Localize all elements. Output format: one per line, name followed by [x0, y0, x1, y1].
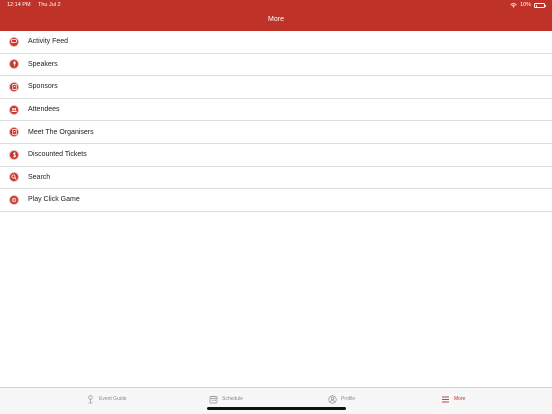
more-menu-list: Activity Feed Speakers Sponsors Attendee… — [0, 31, 552, 212]
tab-schedule[interactable]: Schedule — [209, 393, 243, 405]
status-bar: 12:14 PM Thu Jul 2 10% — [0, 0, 552, 11]
menu-item-search[interactable]: Search — [0, 167, 552, 190]
sponsor-icon — [9, 81, 19, 92]
tab-label: Profile — [341, 396, 356, 402]
menu-item-sponsors[interactable]: Sponsors — [0, 76, 552, 99]
nav-header: 12:14 PM Thu Jul 2 10% More — [0, 0, 552, 31]
menu-item-label: Activity Feed — [28, 38, 69, 46]
tab-label: Event Guide — [99, 396, 127, 402]
menu-item-activity-feed[interactable]: Activity Feed — [0, 31, 552, 54]
menu-item-label: Attendees — [28, 106, 60, 114]
tab-label: More — [454, 396, 466, 402]
wifi-icon — [510, 3, 517, 8]
attendees-icon — [9, 104, 19, 115]
menu-item-label: Discounted Tickets — [28, 151, 87, 159]
speaker-icon — [9, 59, 19, 70]
menu-icon — [442, 396, 449, 402]
tab-event-guide[interactable]: Event Guide — [86, 393, 127, 405]
status-time: 12:14 PM — [7, 2, 31, 8]
menu-item-label: Speakers — [28, 60, 58, 68]
profile-icon — [328, 394, 337, 404]
home-indicator[interactable] — [207, 407, 346, 410]
tab-profile[interactable]: Profile — [328, 393, 355, 405]
calendar-icon — [209, 395, 218, 403]
menu-item-attendees[interactable]: Attendees — [0, 99, 552, 122]
organisers-icon — [9, 127, 19, 138]
tab-more[interactable]: More — [441, 393, 465, 405]
menu-item-play-click-game[interactable]: Play Click Game — [0, 189, 552, 212]
chat-icon — [9, 36, 19, 47]
battery-icon — [534, 3, 546, 8]
menu-item-discounted-tickets[interactable]: Discounted Tickets — [0, 144, 552, 167]
status-date: Thu Jul 2 — [37, 2, 61, 8]
menu-item-label: Sponsors — [28, 83, 58, 91]
menu-item-speakers[interactable]: Speakers — [0, 54, 552, 77]
menu-item-meet-the-organisers[interactable]: Meet The Organisers — [0, 121, 552, 144]
game-icon — [9, 194, 19, 205]
tab-label: Schedule — [222, 396, 243, 402]
menu-item-label: Play Click Game — [28, 196, 80, 204]
menu-item-label: Search — [28, 173, 51, 181]
menu-item-label: Meet The Organisers — [28, 128, 94, 136]
battery-percent: 10% — [519, 2, 531, 8]
search-icon — [9, 172, 19, 183]
dollar-icon — [9, 149, 19, 160]
page-title: More — [268, 16, 284, 23]
event-guide-icon — [88, 394, 93, 403]
